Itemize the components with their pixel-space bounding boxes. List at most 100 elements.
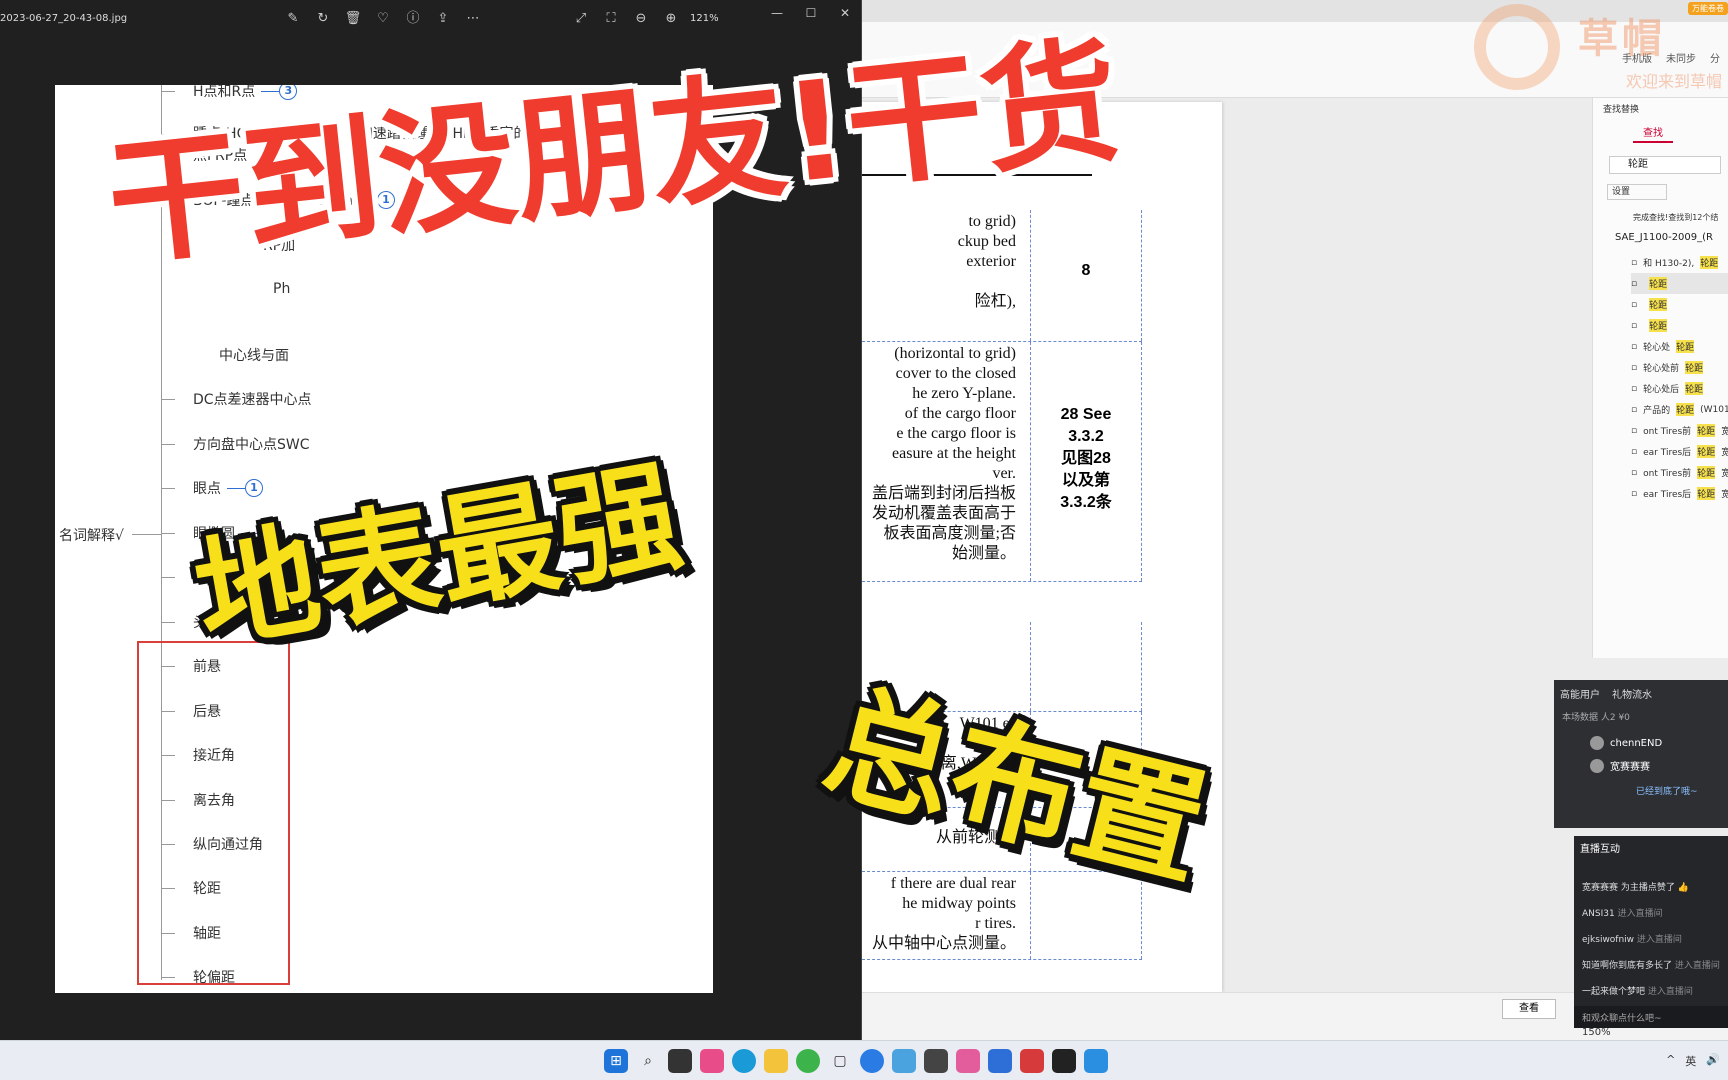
chat-message: 宽赛赛赛 为主播点赞了 👍 (1582, 883, 1689, 893)
search-icon[interactable]: ⌕ (636, 1049, 660, 1073)
viewer-zoom-level[interactable]: 121% (690, 13, 719, 24)
find-input[interactable]: 轮距 (1609, 156, 1721, 174)
mindmap-node: 中心线与面 (219, 348, 289, 364)
folder-icon[interactable] (764, 1049, 788, 1073)
find-summary: 完成查找!查找到12个结 (1633, 213, 1719, 222)
tab-gift-log[interactable]: 礼物流水 (1612, 686, 1652, 701)
session-stats: 本场数据 人2 ¥0 (1562, 713, 1630, 723)
find-result[interactable]: ▫ ear Tires后 轮距宽 (1631, 441, 1728, 462)
app-icon[interactable] (892, 1049, 916, 1073)
info-icon[interactable]: ⓘ (404, 10, 422, 28)
system-tray: ^ 英 🔊 (1666, 1053, 1720, 1069)
count-badge: 1 (259, 524, 277, 542)
find-result[interactable]: ▫ear Tires后轮距宽度 (1631, 483, 1728, 504)
app-icon[interactable] (988, 1049, 1012, 1073)
find-result[interactable]: ▫ 轮心处后 轮距 (1631, 378, 1728, 399)
document-icon: ▫ (1631, 320, 1638, 331)
more-icon[interactable]: ⋯ (464, 10, 482, 28)
find-settings-dropdown[interactable]: 设置 (1607, 184, 1667, 200)
row-description: W101 es 的侧向距离,W101的 (876, 715, 1016, 772)
user-row[interactable]: chennEND (1590, 736, 1662, 750)
result-file[interactable]: SAE_J1100-2009_(R (1615, 232, 1713, 243)
app-icon[interactable] (700, 1049, 724, 1073)
find-result[interactable]: ▫ 轮距 (1631, 273, 1728, 294)
tab-find[interactable]: 查找 (1633, 124, 1673, 143)
chat-input[interactable]: 和观众聊点什么吧~ (1574, 1006, 1728, 1028)
wechat-icon[interactable] (796, 1049, 820, 1073)
row-reference (1030, 808, 1142, 871)
mindmap-root: 名词解释√ (59, 528, 124, 544)
document-icon: ▫ (1631, 299, 1638, 310)
share-icon[interactable]: ⇪ (434, 10, 452, 28)
find-result[interactable]: ▫ 和 H130-2), 轮距 (1631, 252, 1728, 273)
table-row: to grid) ckup bed exterior 险杠), 8 (862, 210, 1142, 342)
zoom-out-icon[interactable]: ⊖ (632, 10, 650, 28)
document-icon: ▫ (1631, 404, 1638, 415)
mindmap-node: 眼椭圆 1 (161, 523, 277, 543)
document-icon: ▫ (1631, 257, 1638, 268)
expand-icon[interactable]: ⤢ (572, 10, 590, 28)
find-results-list: ▫ 和 H130-2), 轮距 ▫ 轮距 ▫ 轮距 ▫ 轮距 ▫ 轮心处 轮距 ▫ 轮心处前 轮距… (1631, 252, 1728, 504)
mindmap-node: 方向盘中心点SWC (161, 434, 310, 454)
app-icon[interactable] (1052, 1049, 1076, 1073)
photo-viewer-window: 2023-06-27_20-43-08.jpg ✎ ↻ 🗑 ♡ ⓘ ⇪ ⋯ ⤢ … (0, 0, 862, 1040)
user-row[interactable]: 宽赛赛赛 (1590, 758, 1650, 773)
input-method[interactable]: 英 (1685, 1053, 1696, 1069)
close-button[interactable]: ✕ (834, 4, 856, 22)
edit-icon[interactable]: ✎ (284, 10, 302, 28)
zoom-level[interactable]: 150% (1582, 1027, 1611, 1038)
files-icon[interactable]: ▢ (828, 1049, 852, 1073)
chat-message: 知道啊你到底有多长了 进入直播间 (1582, 961, 1720, 971)
app-icon[interactable] (924, 1049, 948, 1073)
row-reference (1030, 622, 1142, 711)
find-result[interactable]: ▫ont Tires前轮距宽度 (1631, 462, 1728, 483)
sync-button[interactable]: 未同步 (1666, 50, 1696, 65)
share-button[interactable]: 分 (1710, 50, 1720, 65)
mobile-button[interactable]: 手机版 (1622, 50, 1652, 65)
row-description: (horizontal to grid) cover to the closed… (871, 345, 1016, 562)
document-icon: ▫ (1631, 488, 1638, 499)
top-users-panel: 高能用户 礼物流水 本场数据 人2 ¥0 chennEND 宽赛赛赛 已经到底了… (1554, 680, 1728, 828)
zoom-in-icon[interactable]: ⊕ (662, 10, 680, 28)
table-row: W101 es 的侧向距离,W101的 (862, 712, 1142, 808)
chat-title: 直播互动 (1580, 844, 1620, 855)
list-end-text: 已经到底了哦~ (1636, 787, 1698, 797)
find-panel-title[interactable]: 查找替换 (1603, 102, 1639, 115)
count-badge: 1 (245, 479, 263, 497)
tray-expand-icon[interactable]: ^ (1666, 1053, 1675, 1069)
row-reference: 8 (1030, 210, 1142, 341)
photos-icon[interactable] (1084, 1049, 1108, 1073)
app-icon[interactable] (1020, 1049, 1044, 1073)
users-panel-tabs: 高能用户 礼物流水 (1560, 686, 1652, 701)
minimize-button[interactable]: — (766, 4, 788, 22)
viewer-titlebar: 2023-06-27_20-43-08.jpg ✎ ↻ 🗑 ♡ ⓘ ⇪ ⋯ ⤢ … (0, 0, 862, 38)
windows-start-icon[interactable]: ⊞ (604, 1049, 628, 1073)
fit-icon[interactable]: ⛶ (602, 10, 620, 28)
rotate-icon[interactable]: ↻ (314, 10, 332, 28)
find-result[interactable]: ▫ 轮距 (1631, 294, 1728, 315)
heart-icon[interactable]: ♡ (374, 10, 392, 28)
find-result[interactable]: ▫ ont Tires前 轮距宽 (1631, 420, 1728, 441)
volume-icon[interactable]: 🔊 (1706, 1053, 1720, 1069)
find-result[interactable]: ▫ 轮距 (1631, 315, 1728, 336)
document-icon: ▫ (1631, 362, 1638, 373)
find-result[interactable]: ▫ 轮心处前 轮距 (1631, 357, 1728, 378)
document-page: to grid) ckup bed exterior 险杠), 8 (horiz… (862, 102, 1222, 992)
row-reference (1030, 872, 1142, 959)
mindmap-root-connector (132, 534, 161, 535)
table-row: (horizontal to grid) cover to the closed… (862, 342, 1142, 582)
document-icon: ▫ (1631, 425, 1638, 436)
chat-message: ejksiwofniw 进入直播间 (1582, 935, 1682, 945)
app-icon[interactable] (956, 1049, 980, 1073)
maximize-button[interactable]: ☐ (800, 4, 822, 22)
viewer-filename: 2023-06-27_20-43-08.jpg (0, 13, 128, 24)
view-button[interactable]: 查看 (1502, 999, 1556, 1019)
tab-top-users[interactable]: 高能用户 (1560, 686, 1600, 701)
delete-icon[interactable]: 🗑 (344, 10, 362, 28)
find-replace-panel: 查找替换 查找 轮距 设置 完成查找!查找到12个结 SAE_J1100-200… (1592, 98, 1728, 658)
find-result[interactable]: ▫ 轮心处 轮距 (1631, 336, 1728, 357)
find-result[interactable]: ▫ 产品的 轮距 (W101 (1631, 399, 1728, 420)
edge-icon[interactable] (732, 1049, 756, 1073)
app-icon[interactable] (668, 1049, 692, 1073)
browser-icon[interactable] (860, 1049, 884, 1073)
